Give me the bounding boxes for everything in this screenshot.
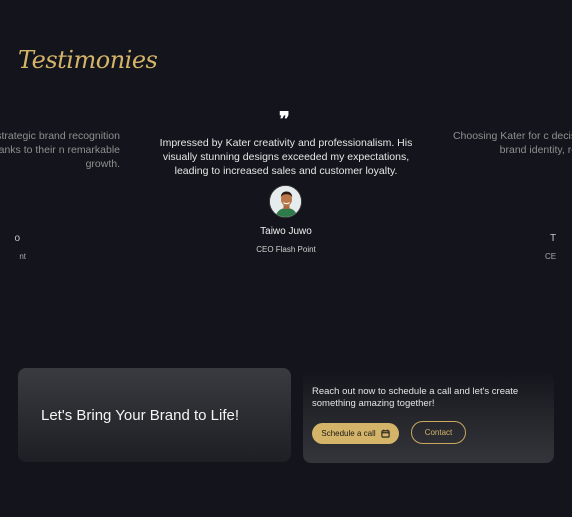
reviewer-name-prev: o <box>14 233 20 244</box>
testimonials-page: Testimonies r for us. Their strategic br… <box>0 0 572 517</box>
calendar-icon <box>380 429 390 438</box>
cta-action-card: Reach out now to schedule a call and let… <box>303 372 554 463</box>
cta-heading-card: Let's Bring Your Brand to Life! <box>18 368 291 462</box>
testimonial-text-prev: r for us. Their strategic brand recognit… <box>0 130 120 170</box>
reviewer-name: Taiwo Juwo <box>260 226 312 237</box>
testimonial-card-prev[interactable]: r for us. Their strategic brand recognit… <box>0 129 130 269</box>
avatar <box>269 185 302 218</box>
quote-icon: ❞ <box>279 107 290 131</box>
testimonial-text-next: Choosing Kater for c decision. Their tai… <box>452 130 572 156</box>
contact-button[interactable]: Contact <box>411 421 466 444</box>
testimonial-text: Impressed by Kater creativity and profes… <box>159 137 413 177</box>
schedule-call-button[interactable]: Schedule a call <box>312 423 399 444</box>
reviewer-name-next: T <box>550 233 557 244</box>
testimonial-card-next[interactable]: Choosing Kater for c decision. Their tai… <box>440 129 572 269</box>
section-title: Testimonies <box>18 46 158 74</box>
reviewer-role-next: CE <box>545 252 557 261</box>
reviewer-role: CEO Flash Point <box>256 245 316 254</box>
schedule-call-label: Schedule a call <box>321 429 376 438</box>
avatar-portrait-icon <box>270 186 301 217</box>
cta-copy: Reach out now to schedule a call and let… <box>312 386 519 409</box>
cta-heading: Let's Bring Your Brand to Life! <box>41 407 239 424</box>
reviewer-role-prev: nt <box>19 252 26 261</box>
